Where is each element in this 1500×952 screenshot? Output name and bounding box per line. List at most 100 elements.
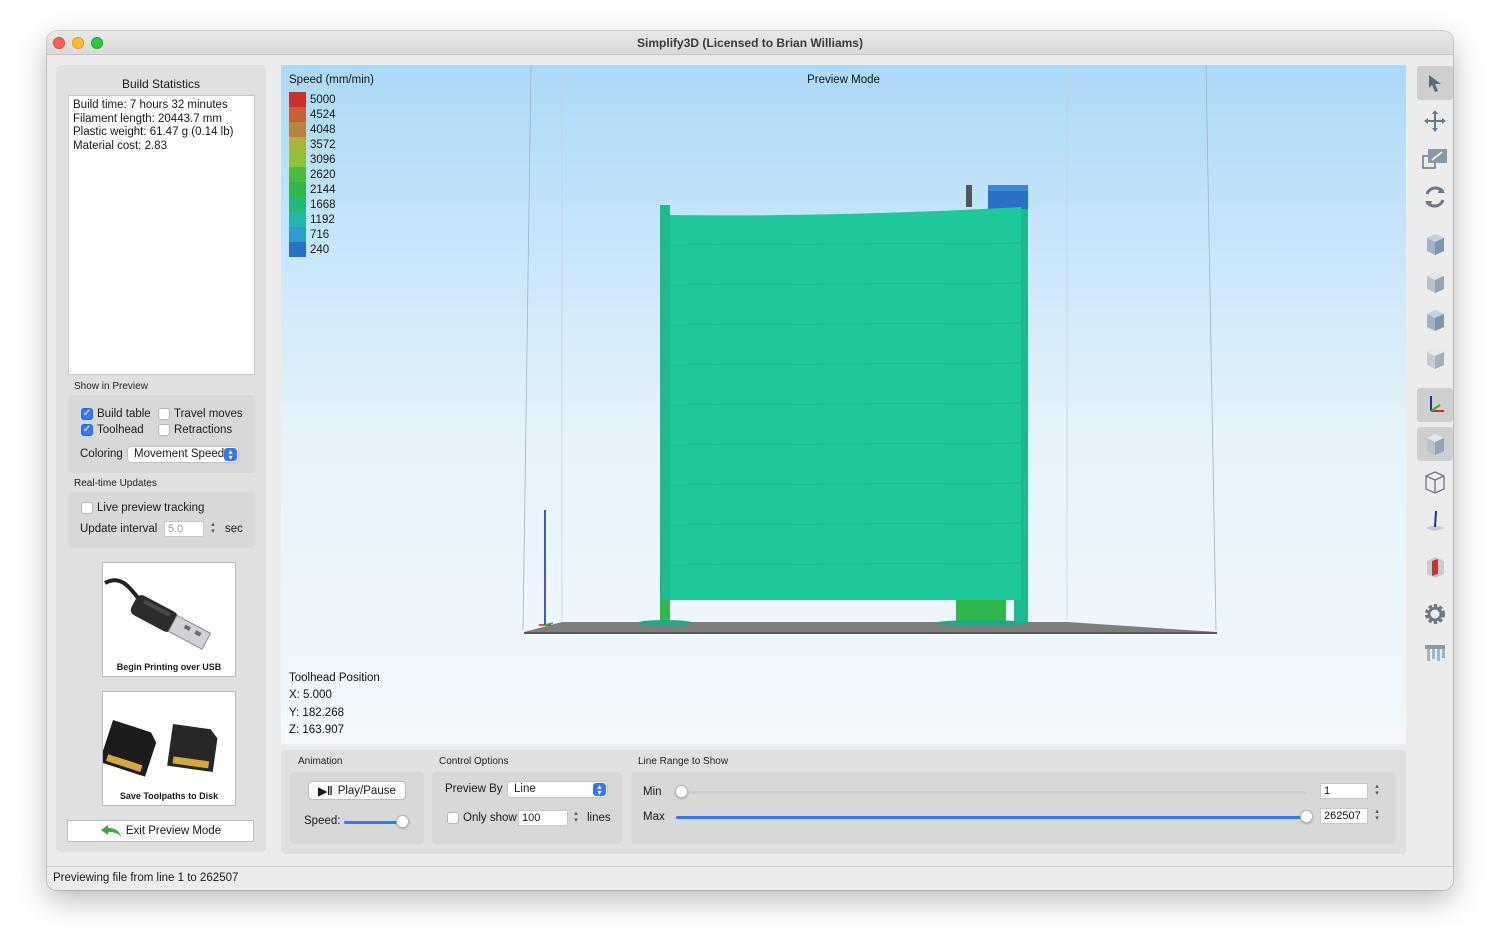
legend-item: 240 xyxy=(289,242,329,257)
stat-plastic-weight: Plastic weight: 61.47 g (0.14 lb) xyxy=(73,126,234,138)
legend-swatch xyxy=(289,197,306,212)
cross-section-button[interactable] xyxy=(1417,550,1453,584)
control-options-label: Control Options xyxy=(439,756,509,767)
max-slider-knob[interactable] xyxy=(1300,810,1313,823)
animation-label: Animation xyxy=(298,756,343,767)
legend-value: 1668 xyxy=(310,198,336,211)
select-tool-button[interactable] xyxy=(1417,66,1453,100)
only-show-input[interactable]: 100 xyxy=(518,810,568,826)
min-stepper[interactable]: ▴ ▾ xyxy=(1372,783,1382,799)
speed-slider-fill xyxy=(344,821,402,824)
legend-value: 2144 xyxy=(310,183,336,196)
bottom-panel: Animation ▶‖ Play/Pause Speed: Control O… xyxy=(281,750,1406,854)
build-table-checkbox[interactable]: ✓ Build table xyxy=(81,408,151,420)
line-range-group: Min 1 ▴ ▾ Max 262507 ▴ ▾ xyxy=(631,772,1396,844)
legend-item: 2620 xyxy=(289,167,336,182)
speed-label: Speed: xyxy=(304,815,341,827)
build-table-label: Build table xyxy=(97,408,151,420)
min-slider-knob[interactable] xyxy=(675,785,688,798)
build-statistics-title: Build Statistics xyxy=(121,77,201,91)
right-toolbar xyxy=(1417,65,1453,885)
wireframe-view-button[interactable] xyxy=(1417,465,1453,499)
coloring-label: Coloring xyxy=(80,448,123,460)
legend-swatch xyxy=(289,167,306,182)
view-side-icon xyxy=(1427,348,1444,369)
supports-button[interactable] xyxy=(1417,635,1453,669)
checkbox-checked-icon: ✓ xyxy=(81,424,93,436)
lines-label: lines xyxy=(587,812,611,824)
legend-value: 4524 xyxy=(310,108,336,121)
play-pause-button[interactable]: ▶‖ Play/Pause xyxy=(308,781,406,800)
view-side-button[interactable] xyxy=(1417,341,1453,375)
z-axis-button[interactable] xyxy=(1417,503,1453,537)
checkbox-unchecked-icon xyxy=(158,424,170,436)
update-interval-input[interactable]: 5.0 xyxy=(164,521,204,537)
update-interval-stepper[interactable]: ▴ ▾ xyxy=(208,521,218,537)
supports-icon xyxy=(1425,645,1445,661)
coloring-select[interactable]: Movement Speed ▴ ▾ xyxy=(127,446,239,463)
solid-view-button[interactable] xyxy=(1417,427,1453,461)
view-front-icon xyxy=(1427,272,1444,293)
legend-swatch xyxy=(289,182,306,197)
move-tool-button[interactable] xyxy=(1417,104,1453,138)
legend-value: 2620 xyxy=(310,168,336,181)
disk-button-label: Save Toolpaths to Disk xyxy=(119,791,219,801)
legend-value: 1192 xyxy=(310,213,335,226)
live-preview-tracking-checkbox[interactable]: Live preview tracking xyxy=(81,502,204,514)
sd-card-icon xyxy=(99,720,218,777)
exit-preview-mode-button[interactable]: Exit Preview Mode xyxy=(67,820,254,842)
toolhead-z: Z: 163.907 xyxy=(289,724,344,736)
back-arrow-icon xyxy=(100,825,121,837)
toolhead-y: Y: 182.268 xyxy=(289,707,344,719)
min-input[interactable]: 1 xyxy=(1320,783,1368,799)
retractions-checkbox[interactable]: Retractions xyxy=(158,424,232,436)
only-show-checkbox[interactable]: Only show xyxy=(447,812,517,824)
coloring-select-value: Movement Speed xyxy=(134,448,225,460)
view-top-button[interactable] xyxy=(1417,303,1453,337)
legend-item: 4048 xyxy=(289,122,336,137)
toolhead-checkbox[interactable]: ✓ Toolhead xyxy=(81,424,144,436)
begin-printing-usb-button[interactable]: Begin Printing over USB xyxy=(102,562,236,677)
max-stepper[interactable]: ▴ ▾ xyxy=(1372,808,1382,824)
select-arrows-icon: ▴ ▾ xyxy=(593,783,606,797)
stat-material-cost: Material cost: 2.83 xyxy=(73,139,167,152)
preview-by-select[interactable]: Line ▴ ▾ xyxy=(507,781,608,798)
travel-moves-label: Travel moves xyxy=(174,408,243,420)
legend-swatch xyxy=(289,242,306,257)
speed-slider-knob[interactable] xyxy=(395,815,409,828)
scale-tool-button[interactable] xyxy=(1417,142,1453,176)
realtime-updates-label: Real-time Updates xyxy=(74,478,157,489)
legend-swatch xyxy=(289,92,306,107)
show-in-preview-group: ✓ Build table Travel moves ✓ Toolhead Re… xyxy=(68,395,255,473)
toolhead-x: X: 5.000 xyxy=(289,689,332,701)
view-iso-icon xyxy=(1427,234,1444,255)
title-bar: Simplify3D (Licensed to Brian Williams) xyxy=(47,31,1453,55)
save-toolpaths-disk-button[interactable]: Save Toolpaths to Disk xyxy=(99,691,236,806)
stat-filament-length: Filament length: 20443.7 mm xyxy=(73,112,222,125)
travel-moves-checkbox[interactable]: Travel moves xyxy=(158,408,243,420)
max-input[interactable]: 262507 xyxy=(1320,808,1368,824)
min-slider-track[interactable] xyxy=(681,791,1306,794)
move-icon xyxy=(1424,110,1446,132)
toolhead-label: Toolhead xyxy=(97,424,144,436)
settings-button[interactable] xyxy=(1417,597,1453,631)
preview-viewport[interactable]: Speed (mm/min) 5000 4524 4048 3572 3096 2620 2… xyxy=(281,65,1406,744)
axes-toggle-button[interactable] xyxy=(1417,388,1453,422)
play-pause-label: Play/Pause xyxy=(337,784,396,797)
rotate-icon xyxy=(1425,186,1445,208)
usb-cable-icon xyxy=(104,578,212,650)
view-iso-button[interactable] xyxy=(1417,227,1453,261)
view-front-button[interactable] xyxy=(1417,265,1453,299)
legend-swatch xyxy=(289,137,306,152)
select-arrow-icon xyxy=(1429,75,1441,92)
legend-item: 716 xyxy=(289,227,329,242)
max-label: Max xyxy=(643,811,665,823)
only-show-stepper[interactable]: ▴ ▾ xyxy=(571,810,581,826)
rotate-tool-button[interactable] xyxy=(1417,180,1453,214)
play-pause-icon: ▶‖ xyxy=(318,785,333,798)
show-in-preview-label: Show in Preview xyxy=(74,381,148,392)
legend-swatch xyxy=(289,122,306,137)
stat-build-time: Build time: 7 hours 32 minutes xyxy=(73,99,228,111)
wireframe-view-icon xyxy=(1425,471,1445,494)
legend-value: 3096 xyxy=(310,153,336,166)
